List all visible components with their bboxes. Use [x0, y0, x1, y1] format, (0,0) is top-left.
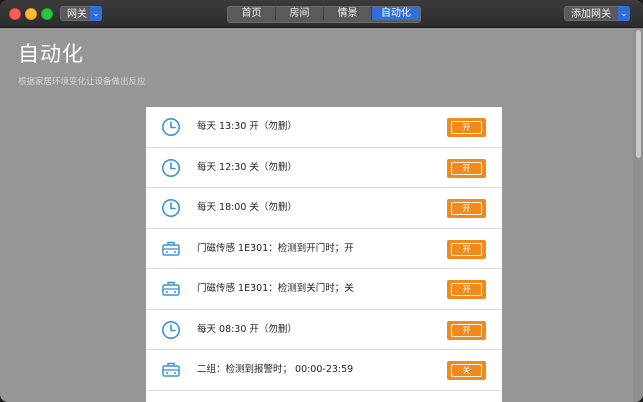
toggle-label: 开	[451, 242, 482, 256]
automation-row[interactable]: 每天 08:30 开（勿删） 开	[146, 310, 502, 350]
page-subtitle: 根据家居环境变化让设备做出反应	[18, 77, 146, 87]
page-title: 自动化	[18, 42, 84, 66]
automation-toggle[interactable]: 开	[447, 280, 486, 299]
toggle-label: 开	[451, 283, 482, 296]
automation-text: 每天 08:30 开（勿删）	[197, 323, 297, 335]
automation-text: 每天 18:00 关（勿删）	[197, 202, 297, 213]
automation-text: 门磁传感 1E301：检测到开门时；开	[197, 242, 354, 254]
tab-scenes[interactable]: 情景	[324, 7, 372, 20]
sensor-icon	[162, 362, 180, 377]
vertical-scrollbar[interactable]	[633, 28, 643, 402]
automation-text: 每天 12:30 关（勿删）	[197, 161, 297, 173]
close-window-button[interactable]	[9, 8, 21, 20]
toggle-label: 开	[451, 121, 482, 134]
automation-row[interactable]: 每天 12:30 关（勿删） 开	[146, 148, 502, 188]
automation-text: 二组：检测到报警时； 00:00-23:59	[197, 364, 354, 375]
automation-toggle[interactable]: 开	[447, 118, 486, 137]
automation-row[interactable]: 门磁传感 1E301：检测到开门时；开 开	[146, 229, 502, 269]
clock-icon	[162, 199, 180, 217]
clock-icon	[162, 118, 180, 136]
app-window: 网关 ⌄ 首页 房间 情景 自动化 添加网关 ⌄ 自动化 根据家居环境变化让设备…	[0, 0, 643, 402]
automation-toggle[interactable]: 开	[447, 158, 486, 178]
tab-rooms[interactable]: 房间	[276, 7, 324, 20]
main-tabs: 首页 房间 情景 自动化	[227, 6, 421, 23]
gateway-select-label: 网关	[67, 9, 87, 20]
toggle-label: 开	[451, 323, 482, 337]
tab-automation[interactable]: 自动化	[372, 7, 420, 20]
clock-icon	[162, 320, 180, 339]
automation-toggle[interactable]: 开	[447, 239, 486, 259]
main-content: 自动化 根据家居环境变化让设备做出反应 每天 13:30 开（勿删） 开 每天 …	[0, 28, 643, 402]
automation-row-partial[interactable]	[146, 391, 502, 402]
toggle-label: 开	[451, 202, 482, 215]
automation-row[interactable]: 二组：检测到报警时； 00:00-23:59 关	[146, 350, 502, 391]
automation-text: 每天 13:30 开（勿删）	[197, 121, 297, 132]
zoom-window-button[interactable]	[41, 8, 53, 20]
toggle-label: 关	[451, 364, 482, 377]
chevron-down-icon: ⌄	[618, 6, 630, 21]
scrollbar-thumb[interactable]	[636, 30, 641, 158]
automation-toggle[interactable]: 开	[447, 320, 486, 340]
automation-row[interactable]: 每天 13:30 开（勿删） 开	[146, 107, 502, 148]
automation-list: 每天 13:30 开（勿删） 开 每天 12:30 关（勿删） 开 每天 18:…	[146, 107, 502, 402]
automation-toggle[interactable]: 开	[447, 199, 486, 218]
tab-home[interactable]: 首页	[228, 7, 276, 20]
title-bar: 网关 ⌄ 首页 房间 情景 自动化 添加网关 ⌄	[0, 0, 643, 28]
add-gateway-select[interactable]: 添加网关 ⌄	[564, 6, 630, 21]
automation-row[interactable]: 每天 18:00 关（勿删） 开	[146, 188, 502, 229]
gateway-select[interactable]: 网关 ⌄	[60, 6, 102, 21]
clock-icon	[162, 158, 180, 177]
add-gateway-label: 添加网关	[571, 9, 611, 20]
automation-text: 门磁传感 1E301：检测到关门时；关	[197, 283, 354, 294]
chevron-down-icon: ⌄	[90, 6, 102, 21]
sensor-icon	[162, 241, 180, 256]
sensor-icon	[162, 281, 180, 296]
automation-toggle[interactable]: 关	[447, 361, 486, 380]
toggle-label: 开	[451, 161, 482, 175]
automation-row[interactable]: 门磁传感 1E301：检测到关门时；关 开	[146, 269, 502, 310]
minimize-window-button[interactable]	[25, 8, 37, 20]
